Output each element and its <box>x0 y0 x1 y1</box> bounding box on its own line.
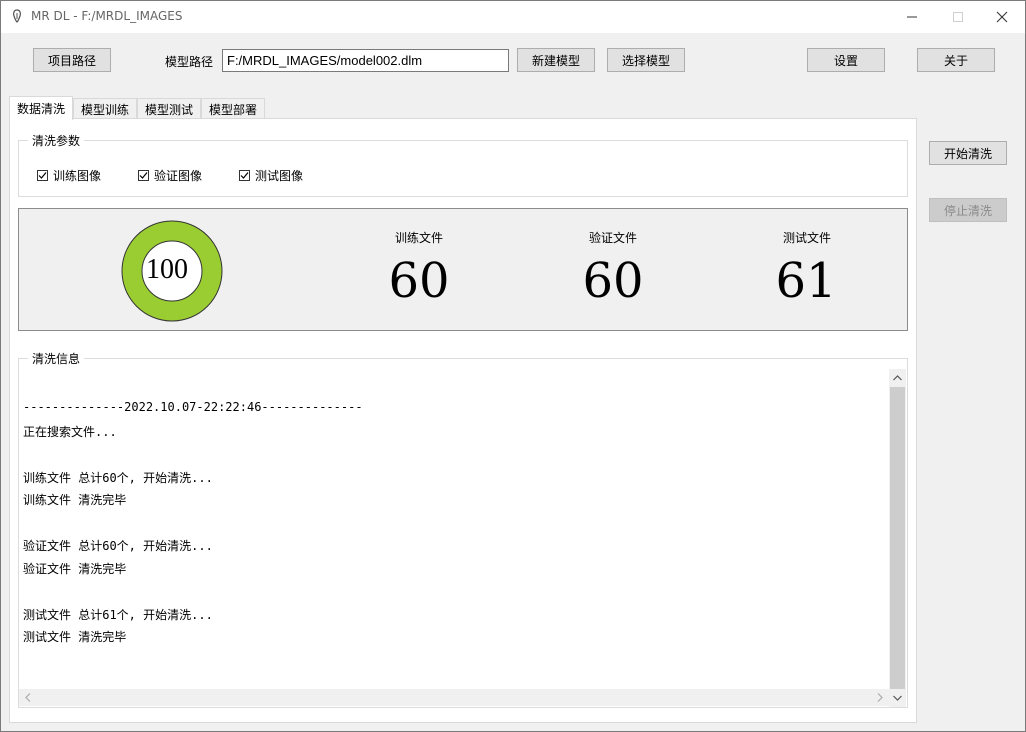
val-files-count: 60 <box>582 253 644 309</box>
scroll-down-arrow-icon[interactable] <box>892 693 902 703</box>
val-files-label: 验证文件 <box>588 231 637 245</box>
log-line: 测试文件 总计61个, 开始清洗... <box>23 608 213 622</box>
checkbox-train-images[interactable]: 训练图像 <box>37 167 101 184</box>
checkbox-check-icon <box>37 170 48 181</box>
stop-clean-button[interactable]: 停止清洗 <box>929 198 1007 222</box>
new-model-button[interactable]: 新建模型 <box>517 48 595 72</box>
log-line: 验证文件 清洗完毕 <box>23 562 127 576</box>
minimize-icon <box>907 16 917 18</box>
window-title: MR DL - F:/MRDL_IMAGES <box>31 9 183 23</box>
clean-params-legend: 清洗参数 <box>28 132 85 149</box>
close-icon <box>996 11 1008 23</box>
tab-data-clean[interactable]: 数据清洗 <box>9 96 73 120</box>
log-line: 训练文件 清洗完毕 <box>23 493 127 507</box>
vertical-scroll-thumb[interactable] <box>890 387 905 689</box>
checkbox-label: 测试图像 <box>255 169 304 183</box>
tab-model-deploy[interactable]: 模型部署 <box>201 98 265 119</box>
model-path-input[interactable]: F:/MRDL_IMAGES/model002.dlm <box>222 49 509 72</box>
scroll-up-arrow-icon[interactable] <box>892 373 902 383</box>
log-vertical-scrollbar[interactable] <box>889 369 906 707</box>
checkbox-test-images[interactable]: 测试图像 <box>239 167 303 184</box>
log-line: --------------2022.10.07-22:22:46-------… <box>23 400 363 414</box>
checkbox-check-icon <box>138 170 149 181</box>
log-line: 正在搜索文件... <box>23 425 117 439</box>
test-files-count: 61 <box>775 253 837 309</box>
scroll-left-arrow-icon[interactable] <box>23 692 33 702</box>
app-logo-icon <box>11 9 23 23</box>
log-textarea[interactable]: --------------2022.10.07-22:22:46-------… <box>19 369 889 689</box>
select-model-button[interactable]: 选择模型 <box>607 48 685 72</box>
start-clean-button[interactable]: 开始清洗 <box>929 141 1007 165</box>
about-button[interactable]: 关于 <box>917 48 995 72</box>
tab-model-test[interactable]: 模型测试 <box>137 98 201 119</box>
tab-model-train[interactable]: 模型训练 <box>73 98 137 119</box>
log-line: 训练文件 总计60个, 开始清洗... <box>23 471 213 485</box>
checkbox-label: 验证图像 <box>154 169 203 183</box>
title-bar: MR DL - F:/MRDL_IMAGES <box>1 1 1025 33</box>
settings-button[interactable]: 设置 <box>807 48 885 72</box>
log-legend: 清洗信息 <box>28 350 85 367</box>
app-window: MR DL - F:/MRDL_IMAGES 项目路径 模型路径 F:/MRDL… <box>0 0 1026 732</box>
checkbox-check-icon <box>239 170 250 181</box>
maximize-button[interactable] <box>935 1 981 33</box>
minimize-button[interactable] <box>889 1 935 33</box>
project-path-button[interactable]: 项目路径 <box>33 48 111 72</box>
progress-value: 100 <box>146 254 188 285</box>
log-line: 测试文件 清洗完毕 <box>23 630 127 644</box>
stats-panel: 100 训练文件 60 验证文件 60 测试文件 61 <box>18 208 908 331</box>
train-files-label: 训练文件 <box>394 231 443 245</box>
scroll-right-arrow-icon[interactable] <box>875 692 885 702</box>
log-line: 验证文件 总计60个, 开始清洗... <box>23 539 213 553</box>
model-path-label: 模型路径 <box>165 55 214 69</box>
train-files-count: 60 <box>388 253 450 309</box>
close-button[interactable] <box>979 1 1025 33</box>
log-horizontal-scrollbar[interactable] <box>19 689 889 706</box>
checkbox-label: 训练图像 <box>53 169 102 183</box>
checkbox-val-images[interactable]: 验证图像 <box>138 167 202 184</box>
maximize-icon <box>953 12 963 22</box>
test-files-label: 测试文件 <box>782 231 831 245</box>
